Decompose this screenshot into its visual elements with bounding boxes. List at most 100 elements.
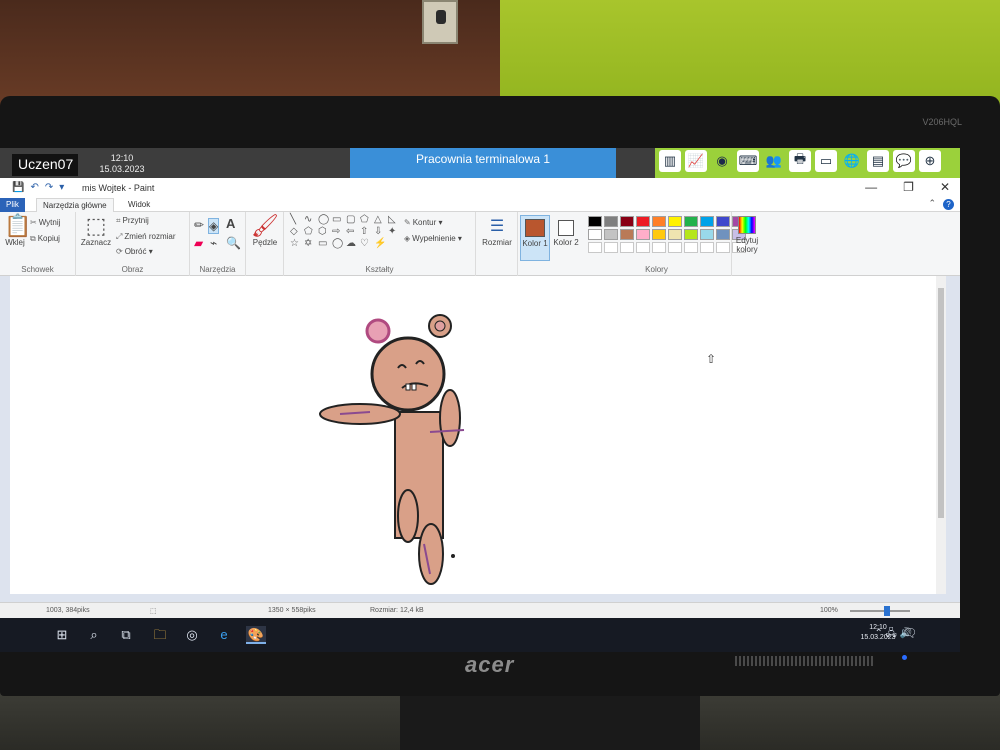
message-icon[interactable]: 💬 <box>893 150 915 172</box>
color-swatch[interactable] <box>636 216 650 227</box>
chrome-icon[interactable]: ◎ <box>182 626 202 644</box>
notification-icon[interactable]: 🗨 <box>902 626 917 640</box>
chart-icon[interactable]: ▥ <box>659 150 681 172</box>
callout-oval-shape-icon[interactable]: ◯ <box>332 238 345 249</box>
tab-home[interactable]: Narzędzia główne <box>36 198 114 212</box>
drawing-canvas[interactable] <box>10 276 936 594</box>
color1-button[interactable]: Kolor 1 <box>520 215 550 261</box>
text-icon[interactable]: A <box>226 216 235 231</box>
color-swatch[interactable] <box>604 229 618 240</box>
hexagon-shape-icon[interactable]: ⬡ <box>318 226 331 237</box>
curve-shape-icon[interactable]: ∿ <box>304 214 317 225</box>
custom-color-swatch[interactable] <box>700 242 714 253</box>
paint-taskbar-icon[interactable]: 🎨 <box>246 626 266 644</box>
globe-icon[interactable]: 🌐 <box>841 150 863 172</box>
magnifier-icon[interactable]: 🔍 <box>226 236 241 250</box>
color-swatch[interactable] <box>700 216 714 227</box>
color-swatch[interactable] <box>700 229 714 240</box>
edit-colors-button[interactable]: Edytuj kolory <box>734 216 760 254</box>
callout-cloud-shape-icon[interactable]: ☁ <box>346 238 359 249</box>
diamond-shape-icon[interactable]: ◇ <box>290 226 303 237</box>
customize-icon[interactable]: ▾ <box>59 182 64 193</box>
printer-icon[interactable]: 🖶 <box>789 150 811 172</box>
custom-color-swatch[interactable] <box>668 242 682 253</box>
right-triangle-shape-icon[interactable]: ◺ <box>388 214 401 225</box>
size-button[interactable]: ☰ Rozmiar <box>480 216 514 247</box>
brushes-button[interactable]: 🖌 Pędzle <box>250 214 280 248</box>
keyboard-icon[interactable]: ⌨ <box>737 150 759 172</box>
arrow-right-shape-icon[interactable]: ⇨ <box>332 226 345 237</box>
star4-shape-icon[interactable]: ✦ <box>388 226 401 237</box>
rectangle-shape-icon[interactable]: ▭ <box>332 214 345 225</box>
help-icon[interactable]: ? <box>943 199 954 210</box>
save-icon[interactable]: 💾 <box>12 182 24 193</box>
lifebuoy-icon[interactable]: ⊕ <box>919 150 941 172</box>
vertical-scrollbar[interactable] <box>936 276 946 594</box>
custom-color-swatch[interactable] <box>588 242 602 253</box>
heart-shape-icon[interactable]: ♡ <box>360 238 373 249</box>
star6-shape-icon[interactable]: ✡ <box>304 238 317 249</box>
crop-button[interactable]: ⌗ Przytnij <box>116 216 149 226</box>
fill-icon[interactable]: ◈ <box>208 218 220 234</box>
select-button[interactable]: ⬚ Zaznacz <box>80 214 112 248</box>
users-icon[interactable]: 👥 <box>763 150 785 172</box>
custom-color-swatch[interactable] <box>636 242 650 253</box>
zoom-knob[interactable] <box>884 606 890 616</box>
oval-shape-icon[interactable]: ◯ <box>318 214 331 225</box>
paste-button[interactable]: 📋 Wklej <box>4 214 31 248</box>
triangle-shape-icon[interactable]: △ <box>374 214 387 225</box>
window-icon[interactable]: ▭ <box>815 150 837 172</box>
pentagon-shape-icon[interactable]: ⬠ <box>304 226 317 237</box>
color-swatch[interactable] <box>620 229 634 240</box>
callout-rect-shape-icon[interactable]: ▭ <box>318 238 331 249</box>
minimize-button[interactable]: — <box>865 180 877 194</box>
edge-icon[interactable]: e <box>214 626 234 644</box>
scroll-thumb[interactable] <box>938 288 944 518</box>
tab-view[interactable]: Widok <box>122 198 156 212</box>
custom-color-swatch[interactable] <box>620 242 634 253</box>
outline-button[interactable]: ✎ Kontur ▾ <box>404 218 443 227</box>
color-swatch[interactable] <box>620 216 634 227</box>
arrow-left-shape-icon[interactable]: ⇦ <box>346 226 359 237</box>
tab-file[interactable]: Plik <box>0 198 25 212</box>
color-picker-icon[interactable]: ⌁ <box>210 236 217 250</box>
color-swatch[interactable] <box>588 216 602 227</box>
color-swatch[interactable] <box>668 216 682 227</box>
star5-shape-icon[interactable]: ☆ <box>290 238 303 249</box>
close-button[interactable]: ✕ <box>940 180 950 194</box>
custom-color-swatch[interactable] <box>684 242 698 253</box>
arrow-up-shape-icon[interactable]: ⇧ <box>360 226 373 237</box>
color-swatch[interactable] <box>588 229 602 240</box>
redo-icon[interactable]: ↷ <box>45 182 53 193</box>
color-swatch[interactable] <box>716 216 730 227</box>
color-swatch[interactable] <box>652 216 666 227</box>
arrow-down-shape-icon[interactable]: ⇩ <box>374 226 387 237</box>
zoom-slider[interactable] <box>850 606 910 616</box>
collapse-ribbon-icon[interactable]: ⌃ <box>928 198 936 209</box>
color-swatch[interactable] <box>636 229 650 240</box>
resize-button[interactable]: ⤢ Zmień rozmiar <box>116 232 176 242</box>
taskbar-clock[interactable]: 12:10 15.03.2023 <box>856 623 900 643</box>
rounded-rect-shape-icon[interactable]: ▢ <box>346 214 359 225</box>
lightning-shape-icon[interactable]: ⚡ <box>374 238 387 249</box>
pencil-icon[interactable]: ✏ <box>194 218 204 232</box>
fill-button[interactable]: ◈ Wypełnienie ▾ <box>404 234 462 243</box>
color-swatch[interactable] <box>604 216 618 227</box>
undo-icon[interactable]: ↶ <box>30 182 38 193</box>
line-shape-icon[interactable]: ╲ <box>290 214 303 225</box>
color-swatch[interactable] <box>684 216 698 227</box>
task-view-icon[interactable]: ⧉ <box>116 626 136 644</box>
rotate-button[interactable]: ⟳ Obróć ▾ <box>116 247 153 256</box>
color-swatch[interactable] <box>652 229 666 240</box>
cut-button[interactable]: ✂ Wytnij <box>30 218 60 227</box>
copy-button[interactable]: ⧉ Kopiuj <box>30 234 60 244</box>
disc-icon[interactable]: ◉ <box>711 150 733 172</box>
line-chart-icon[interactable]: 📈 <box>685 150 707 172</box>
color-swatch[interactable] <box>716 229 730 240</box>
search-icon[interactable]: ⌕ <box>84 626 104 644</box>
windows-start-icon[interactable]: ⊞ <box>52 626 72 644</box>
custom-color-swatch[interactable] <box>716 242 730 253</box>
maximize-button[interactable]: ❐ <box>903 180 914 194</box>
eraser-icon[interactable]: ▰ <box>194 236 203 250</box>
color-swatch[interactable] <box>684 229 698 240</box>
